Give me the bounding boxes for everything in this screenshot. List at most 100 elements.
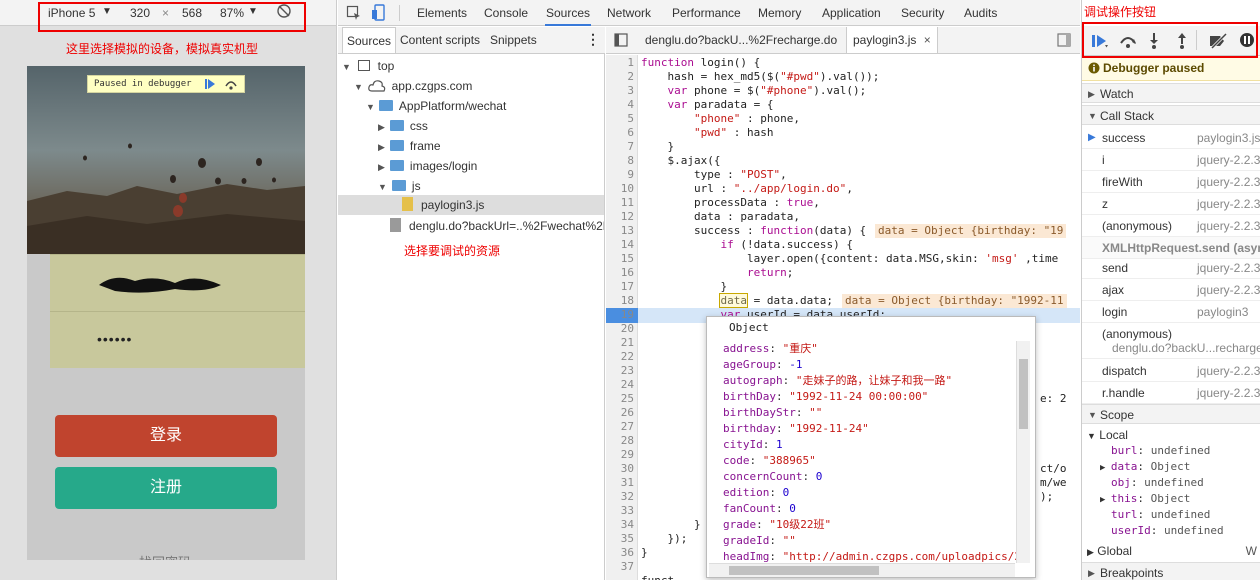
tab-performance[interactable]: Performance bbox=[671, 0, 742, 26]
nav-tab-content-scripts[interactable]: Content scripts bbox=[399, 27, 481, 53]
line-number[interactable]: 23 bbox=[606, 364, 634, 378]
scope-variable[interactable]: obj: undefined bbox=[1111, 475, 1204, 491]
line-number[interactable]: 21 bbox=[606, 336, 634, 350]
line-number[interactable]: 33 bbox=[606, 504, 634, 518]
login-button[interactable]: 登录 bbox=[55, 415, 277, 457]
scrollbar-thumb[interactable] bbox=[1019, 359, 1028, 429]
line-number[interactable]: 31 bbox=[606, 476, 634, 490]
line-number[interactable]: 26 bbox=[606, 406, 634, 420]
line-number[interactable]: 27 bbox=[606, 420, 634, 434]
hovered-token-highlight[interactable] bbox=[719, 293, 748, 308]
call-stack-frame[interactable]: send jquery-2.2.3 bbox=[1082, 257, 1260, 279]
line-number[interactable]: 7 bbox=[606, 140, 634, 154]
call-stack-frame[interactable]: dispatch jquery-2.2.3 bbox=[1082, 360, 1260, 382]
device-mode-toggle-icon[interactable] bbox=[371, 4, 387, 22]
line-number[interactable]: 14 bbox=[606, 238, 634, 252]
line-number[interactable]: 34 bbox=[606, 518, 634, 532]
tree-app-folder[interactable]: ▼ AppPlatform/wechat bbox=[366, 96, 506, 116]
line-number[interactable]: 29 bbox=[606, 448, 634, 462]
call-stack-frame[interactable]: z jquery-2.2.3 bbox=[1082, 193, 1260, 215]
popover-vertical-scrollbar[interactable] bbox=[1016, 341, 1030, 563]
object-property-row[interactable]: cityId: 1 bbox=[723, 437, 783, 453]
tab-console[interactable]: Console bbox=[483, 0, 529, 26]
tree-folder-js[interactable]: ▼ js bbox=[378, 176, 421, 196]
watch-section-header[interactable]: ▶ Watch bbox=[1082, 83, 1260, 103]
line-number[interactable]: 15 bbox=[606, 252, 634, 266]
call-stack-frame[interactable]: i jquery-2.2.3 bbox=[1082, 149, 1260, 171]
scope-global-header[interactable]: ▶ Global W bbox=[1087, 543, 1257, 560]
tab-audits[interactable]: Audits bbox=[963, 0, 998, 26]
toggle-navigator-icon[interactable] bbox=[614, 33, 628, 47]
tab-memory[interactable]: Memory bbox=[757, 0, 802, 26]
call-stack-frame[interactable]: r.handle jquery-2.2.3 bbox=[1082, 382, 1260, 404]
line-number[interactable]: 24 bbox=[606, 378, 634, 392]
register-button[interactable]: 注册 bbox=[55, 467, 277, 509]
object-property-row[interactable]: birthDay: "1992-11-24 00:00:00" bbox=[723, 389, 928, 405]
line-number[interactable]: 19 bbox=[606, 308, 634, 322]
editor-tab-denglu[interactable]: denglu.do?backU...%2Frecharge.do bbox=[644, 27, 838, 53]
object-property-row[interactable]: birthDayStr: "" bbox=[723, 405, 822, 421]
call-stack-frame[interactable]: (anonymous) jquery-2.2.3 bbox=[1082, 215, 1260, 237]
forgot-password-link[interactable]: 找回密码 bbox=[139, 552, 191, 560]
password-input-field[interactable]: •••••• bbox=[50, 311, 305, 368]
line-number[interactable]: 25 bbox=[606, 392, 634, 406]
line-number[interactable]: 4 bbox=[606, 98, 634, 112]
object-property-row[interactable]: gradeId: "" bbox=[723, 533, 796, 549]
phone-input-field[interactable] bbox=[50, 254, 305, 311]
line-number[interactable]: 16 bbox=[606, 266, 634, 280]
tab-security[interactable]: Security bbox=[900, 0, 945, 26]
scope-variable[interactable]: ▶ data: Object bbox=[1100, 459, 1190, 476]
scope-variable[interactable]: userId: undefined bbox=[1111, 523, 1224, 539]
line-number[interactable]: 9 bbox=[606, 168, 634, 182]
line-number[interactable]: 18 bbox=[606, 294, 634, 308]
line-number[interactable]: 2 bbox=[606, 70, 634, 84]
scrollbar-thumb[interactable] bbox=[729, 566, 879, 575]
tree-top[interactable]: ▼ top bbox=[342, 56, 394, 76]
tree-folder-frame[interactable]: ▶ frame bbox=[378, 136, 441, 156]
inspect-element-icon[interactable] bbox=[346, 5, 362, 21]
tree-domain[interactable]: ▼ app.czgps.com bbox=[354, 76, 472, 96]
object-property-row[interactable]: address: "重庆" bbox=[723, 341, 818, 357]
object-property-row[interactable]: edition: 0 bbox=[723, 485, 789, 501]
tree-folder-images-login[interactable]: ▶ images/login bbox=[378, 156, 477, 176]
line-number[interactable]: 11 bbox=[606, 196, 634, 210]
line-number[interactable]: 37 bbox=[606, 560, 634, 574]
nav-more-icon[interactable]: ⋮ bbox=[585, 27, 601, 53]
line-number[interactable]: 12 bbox=[606, 210, 634, 224]
object-property-row[interactable]: ageGroup: -1 bbox=[723, 357, 802, 373]
tab-sources[interactable]: Sources bbox=[545, 0, 592, 26]
line-number[interactable]: 5 bbox=[606, 112, 634, 126]
line-number[interactable]: 36 bbox=[606, 546, 634, 560]
line-number[interactable]: 6 bbox=[606, 126, 634, 140]
line-number[interactable]: 20 bbox=[606, 322, 634, 336]
scope-section-header[interactable]: ▼ Scope bbox=[1082, 404, 1260, 424]
nav-tab-sources[interactable]: Sources bbox=[342, 27, 397, 53]
nav-tab-snippets[interactable]: Snippets bbox=[489, 27, 538, 53]
tab-network[interactable]: Network bbox=[606, 0, 652, 26]
scope-local-header[interactable]: ▼ Local bbox=[1087, 427, 1128, 444]
object-inspection-popover[interactable]: Object address: "重庆" ageGroup: -1 autograp… bbox=[706, 316, 1036, 578]
popover-horizontal-scrollbar[interactable] bbox=[709, 563, 1015, 577]
call-stack-frame[interactable]: ajax jquery-2.2.3 bbox=[1082, 279, 1260, 301]
line-number[interactable]: 35 bbox=[606, 532, 634, 546]
line-number[interactable]: 10 bbox=[606, 182, 634, 196]
line-number[interactable]: 17 bbox=[606, 280, 634, 294]
object-property-row[interactable]: code: "388965" bbox=[723, 453, 816, 469]
object-property-row[interactable]: birthday: "1992-11-24" bbox=[723, 421, 869, 437]
breakpoints-section-header[interactable]: ▶ Breakpoints bbox=[1082, 562, 1260, 580]
line-number[interactable]: 32 bbox=[606, 490, 634, 504]
editor-tab-paylogin3[interactable]: paylogin3.js × bbox=[846, 27, 938, 53]
scope-variable[interactable]: turl: undefined bbox=[1111, 507, 1210, 523]
line-number[interactable]: 30 bbox=[606, 462, 634, 476]
line-number[interactable]: 28 bbox=[606, 434, 634, 448]
toggle-debugger-icon[interactable] bbox=[1057, 33, 1071, 47]
overlay-resume-icon[interactable] bbox=[204, 78, 216, 90]
call-stack-section-header[interactable]: ▼ Call Stack bbox=[1082, 105, 1260, 125]
object-property-row[interactable]: grade: "10级22班" bbox=[723, 517, 831, 533]
call-stack-frame[interactable]: login paylogin3 bbox=[1082, 301, 1260, 323]
tree-folder-css[interactable]: ▶ css bbox=[378, 116, 428, 136]
scope-variable[interactable]: ▶ this: Object bbox=[1100, 491, 1190, 508]
tree-file-paylogin3[interactable]: paylogin3.js bbox=[402, 195, 484, 215]
object-property-row[interactable]: fanCount: 0 bbox=[723, 501, 796, 517]
call-stack-frame[interactable]: (anonymous) denglu.do?backU...recharge bbox=[1082, 323, 1260, 359]
